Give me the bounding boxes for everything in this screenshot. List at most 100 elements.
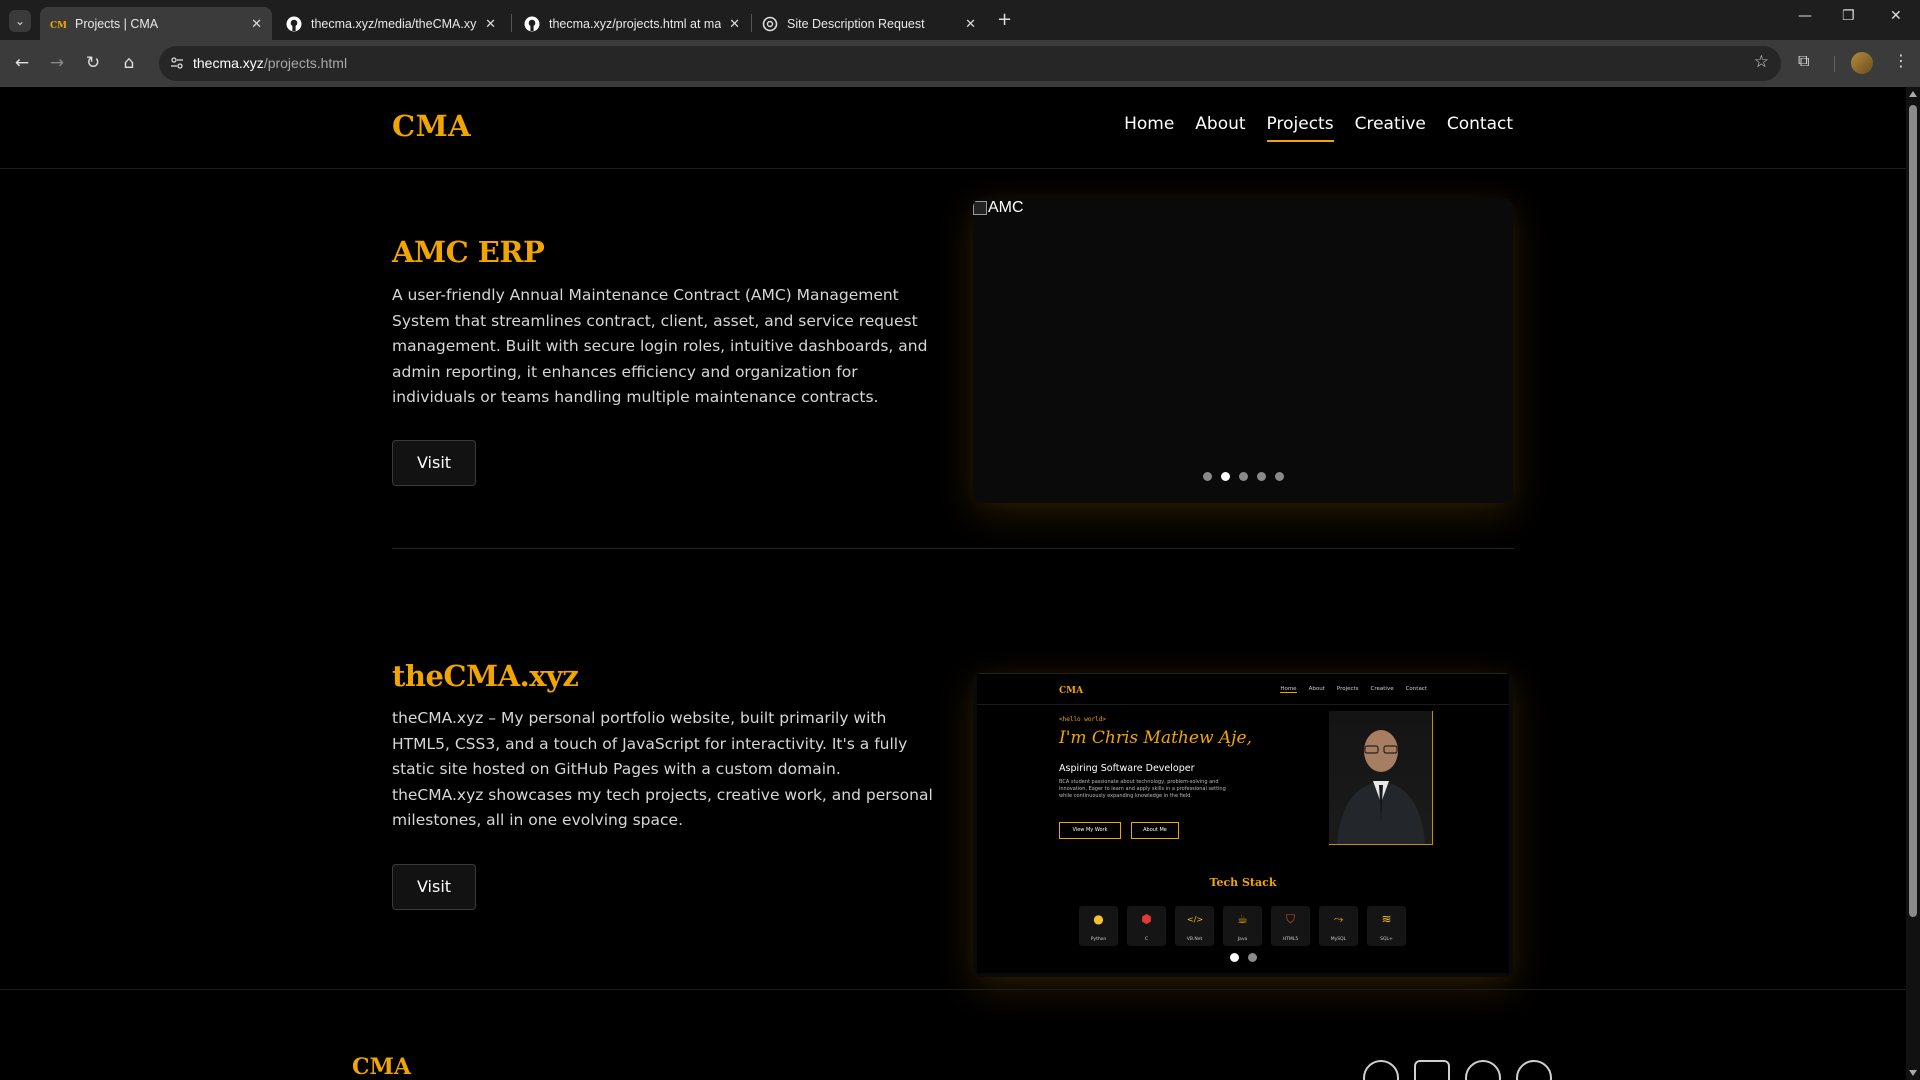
close-tab-icon[interactable]: ✕ xyxy=(965,16,976,32)
tab-github-projects[interactable]: thecma.xyz/projects.html at ma ✕ xyxy=(514,7,750,40)
scroll-down-icon[interactable] xyxy=(1909,1070,1917,1076)
project-image: AMC xyxy=(973,199,1024,217)
preview-nav-item: Contact xyxy=(1405,686,1427,692)
close-tab-icon[interactable]: ✕ xyxy=(729,16,740,32)
visit-button[interactable]: Visit xyxy=(392,864,476,910)
preview-nav-item: Projects xyxy=(1336,686,1359,692)
site-preview-screenshot: CMA Home About Projects Creative Contact… xyxy=(977,673,1509,973)
tech-label: MySQL xyxy=(1330,937,1347,942)
project-carousel[interactable]: AMC xyxy=(973,199,1513,503)
more-menu-icon[interactable]: ⋮ xyxy=(1893,51,1909,70)
tech-label: C xyxy=(1144,937,1149,942)
carousel-dot[interactable] xyxy=(1274,472,1284,481)
close-tab-icon[interactable]: ✕ xyxy=(251,16,262,32)
project-title: AMC ERP xyxy=(392,235,545,269)
toolbar-divider xyxy=(1834,56,1835,72)
visit-button[interactable]: Visit xyxy=(392,440,476,486)
profile-avatar[interactable] xyxy=(1851,52,1873,74)
main-nav: Home About Projects Creative Contact xyxy=(1124,114,1513,142)
mysql-icon: ⤳ xyxy=(1333,912,1344,926)
restore-icon[interactable]: ❐ xyxy=(1842,8,1855,24)
reload-icon[interactable]: ↻ xyxy=(81,51,105,75)
preview-name: I'm Chris Mathew Aje, xyxy=(1059,728,1252,748)
nav-contact[interactable]: Contact xyxy=(1447,114,1513,142)
site-header: CMA Home About Projects Creative Contact xyxy=(0,87,1906,169)
github-icon[interactable] xyxy=(1363,1060,1399,1080)
nav-projects[interactable]: Projects xyxy=(1266,114,1334,142)
preview-divider xyxy=(977,704,1509,705)
address-bar[interactable]: thecma.xyz/projects.html ☆ xyxy=(159,46,1781,81)
minimize-icon[interactable]: — xyxy=(1798,8,1812,24)
tab-title: thecma.xyz/media/theCMA.xyz xyxy=(311,16,478,31)
database-icon: ≋ xyxy=(1381,912,1392,926)
carousel-dots xyxy=(973,953,1513,962)
new-tab-button[interactable]: + xyxy=(997,9,1012,30)
code-icon: </> xyxy=(1187,915,1204,924)
nav-about[interactable]: About xyxy=(1195,114,1245,142)
html5-icon: ⛉ xyxy=(1285,912,1295,926)
back-icon[interactable]: ← xyxy=(10,51,34,75)
home-icon[interactable]: ⌂ xyxy=(117,51,141,75)
close-window-icon[interactable]: ✕ xyxy=(1890,8,1902,24)
page-viewport: CMA Home About Projects Creative Contact… xyxy=(0,87,1906,1080)
carousel-dot[interactable] xyxy=(1256,472,1266,481)
linkedin-icon[interactable] xyxy=(1414,1060,1450,1080)
bookmark-star-icon[interactable]: ☆ xyxy=(1754,52,1769,72)
scrollbar-thumb[interactable] xyxy=(1909,105,1917,917)
preview-tech-title: Tech Stack xyxy=(1209,876,1277,889)
tech-chip: ● Python xyxy=(1079,906,1118,946)
tab-title: thecma.xyz/projects.html at ma xyxy=(549,16,722,31)
carousel-dot[interactable] xyxy=(1202,472,1212,481)
project-description: A user-friendly Annual Maintenance Contr… xyxy=(392,286,928,406)
close-tab-icon[interactable]: ✕ xyxy=(485,16,496,32)
tab-site-description[interactable]: Site Description Request ✕ xyxy=(752,7,986,40)
tech-label: VB.Net xyxy=(1186,937,1203,942)
github-icon xyxy=(286,16,302,32)
tab-title: Site Description Request xyxy=(787,16,925,31)
project-amc-erp: AMC ERP A user-friendly Annual Maintenan… xyxy=(392,199,1514,529)
footer-logo[interactable]: CMA xyxy=(352,1054,411,1080)
preview-logo: CMA xyxy=(1059,686,1084,696)
carousel-dot[interactable] xyxy=(1238,472,1248,481)
project-carousel[interactable]: CMA Home About Projects Creative Contact… xyxy=(973,673,1513,977)
preview-tech-stack: ● Python ⬢ C </> VB.Net ☕ Java ⛉ HTML5 ⤳… xyxy=(1079,906,1406,946)
svg-text:CMA: CMA xyxy=(50,21,66,29)
tech-label: Java xyxy=(1237,937,1248,942)
carousel-dot[interactable] xyxy=(1247,953,1257,962)
python-icon: ● xyxy=(1093,912,1104,926)
tab-separator xyxy=(511,14,512,32)
preview-about-button: About Me xyxy=(1131,822,1179,839)
c-icon: ⬢ xyxy=(1141,912,1152,926)
carousel-dots xyxy=(973,472,1513,481)
github-icon xyxy=(524,16,540,32)
carousel-dot[interactable] xyxy=(1229,953,1239,962)
mail-icon[interactable] xyxy=(1516,1060,1552,1080)
preview-nav-item: Home xyxy=(1280,686,1297,693)
tech-label: SQL+ xyxy=(1380,937,1393,942)
scroll-up-icon[interactable] xyxy=(1909,91,1917,97)
browser-toolbar: ← → ↻ ⌂ thecma.xyz/projects.html ☆ ⧉ ⋮ xyxy=(0,40,1920,87)
site-logo[interactable]: CMA xyxy=(392,109,471,143)
java-icon: ☕ xyxy=(1237,912,1248,926)
instagram-icon[interactable] xyxy=(1465,1060,1501,1080)
tab-search-button[interactable]: ⌄ xyxy=(9,10,31,32)
project-description: theCMA.xyz – My personal portfolio websi… xyxy=(392,709,933,829)
tech-label: HTML5 xyxy=(1282,937,1299,942)
browser-tab-bar: ⌄ CMA Projects | CMA ✕ thecma.xyz/media/… xyxy=(0,0,1920,40)
carousel-dot[interactable] xyxy=(1220,472,1230,481)
preview-nav-item: About xyxy=(1308,686,1325,692)
page-scrollbar[interactable] xyxy=(1906,87,1920,1080)
nav-creative[interactable]: Creative xyxy=(1355,114,1426,142)
tech-chip: ☕ Java xyxy=(1223,906,1262,946)
tech-chip: </> VB.Net xyxy=(1175,906,1214,946)
tab-projects-cma[interactable]: CMA Projects | CMA ✕ xyxy=(40,7,272,40)
forward-icon[interactable]: → xyxy=(45,51,69,75)
url-host: thecma.xyz xyxy=(193,55,264,71)
url-text: thecma.xyz/projects.html xyxy=(193,55,347,71)
preview-nav: Home About Projects Creative Contact xyxy=(1280,686,1427,693)
site-settings-icon[interactable] xyxy=(169,55,185,71)
tab-github-media[interactable]: thecma.xyz/media/theCMA.xyz ✕ xyxy=(276,7,506,40)
nav-home[interactable]: Home xyxy=(1124,114,1174,142)
extensions-icon[interactable]: ⧉ xyxy=(1798,51,1809,71)
preview-hello: <hello world> xyxy=(1059,716,1106,723)
